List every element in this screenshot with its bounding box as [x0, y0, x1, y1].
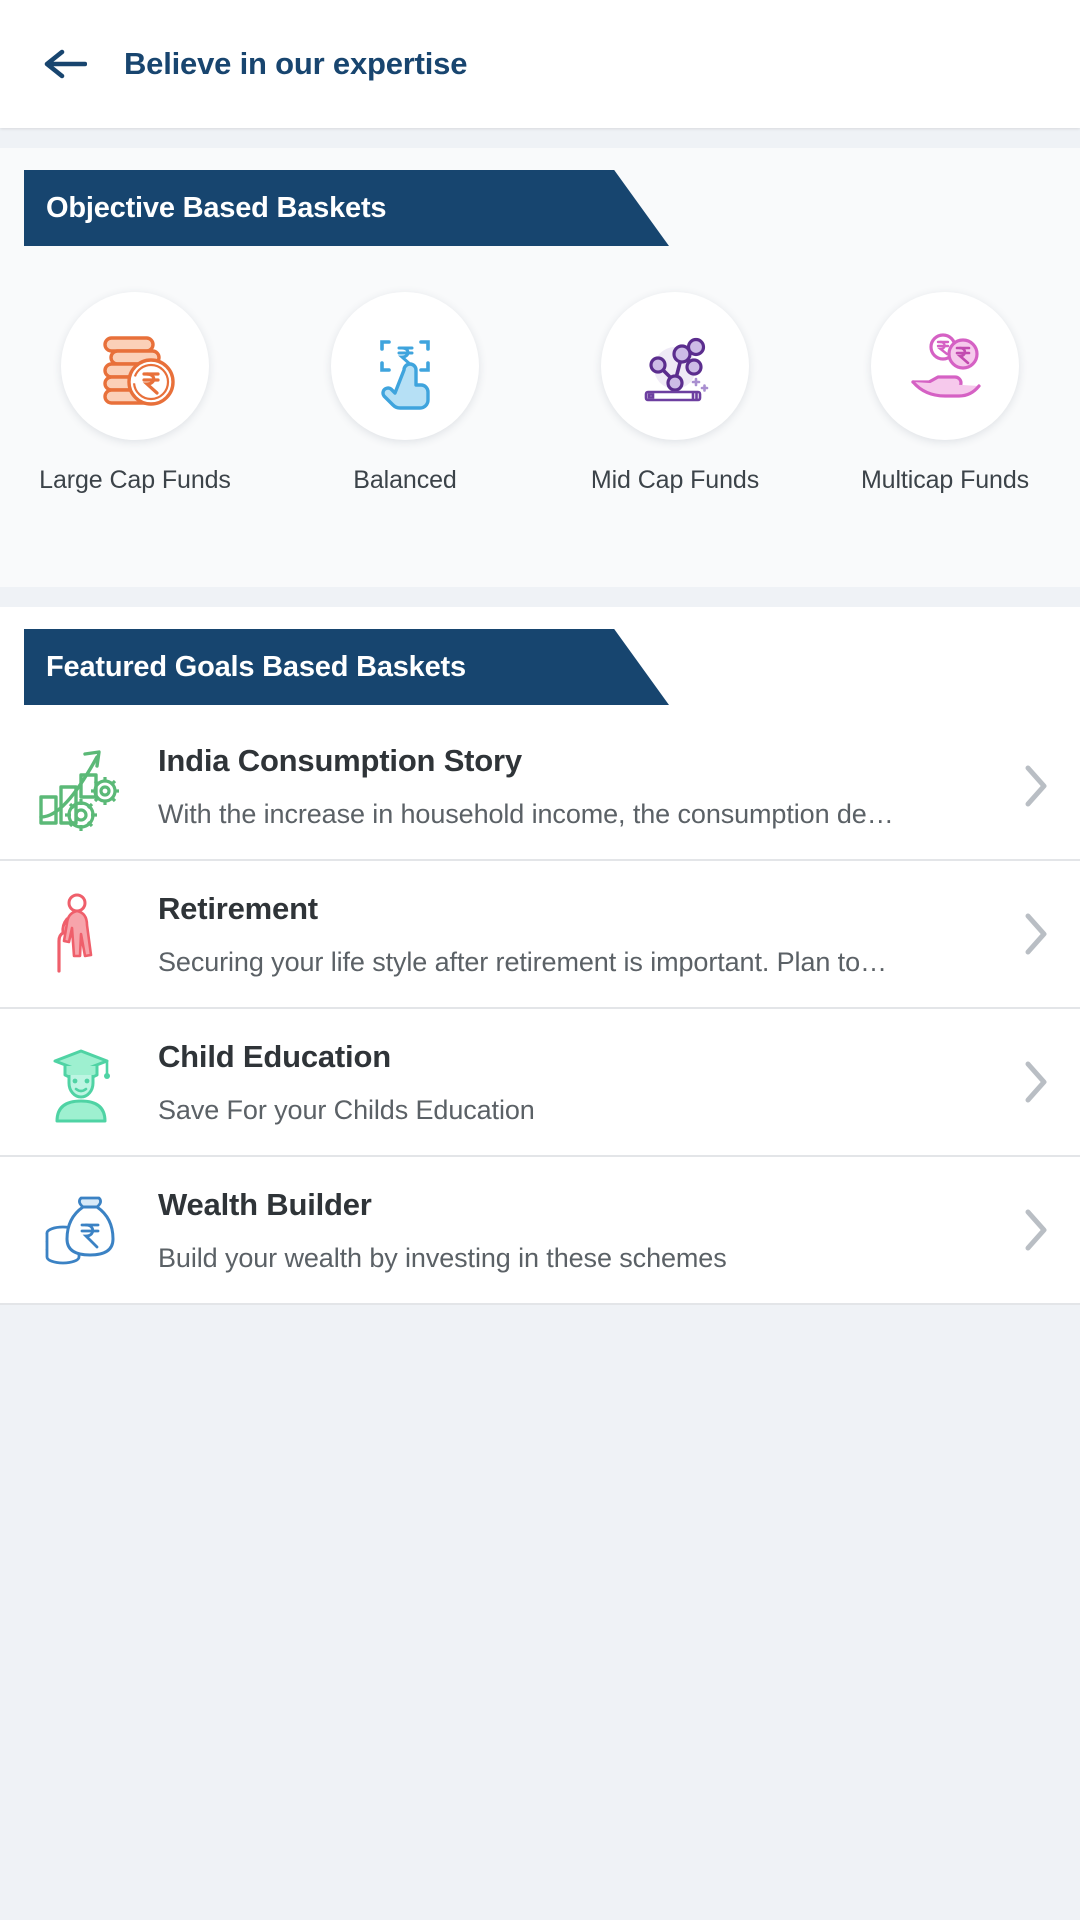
goal-chevron[interactable] — [1010, 910, 1054, 958]
chevron-right-icon — [1025, 765, 1047, 807]
goal-row-india-consumption-story[interactable]: India Consumption Story With the increas… — [0, 713, 1080, 861]
objective-item-label: Large Cap Funds — [39, 466, 231, 494]
goal-title: Child Education — [158, 1038, 391, 1074]
goals-banner-wrap: Featured Goals Based Baskets — [0, 607, 1080, 705]
page-title: Believe in our expertise — [124, 46, 468, 81]
back-button[interactable] — [34, 33, 96, 95]
section-gap-middle — [0, 587, 1080, 607]
objective-bottom-padding — [0, 495, 1080, 587]
goal-row-child-education[interactable]: Child Education Save For your Childs Edu… — [0, 1009, 1080, 1157]
goal-description: Save For your Childs Education — [158, 1094, 535, 1125]
growth-chart-gears-icon — [39, 750, 119, 831]
objective-banner: Objective Based Baskets — [24, 170, 669, 246]
featured-goals-card: Featured Goals Based Baskets India Consu… — [0, 607, 1080, 1305]
objective-icon-circle — [871, 292, 1019, 440]
goal-title: Retirement — [158, 890, 318, 926]
goal-icon-wrap — [24, 889, 142, 979]
objective-item-label: Balanced — [353, 466, 457, 494]
arrow-left-icon — [44, 49, 87, 79]
page-bottom-empty-area — [0, 1305, 1080, 1920]
objective-item-large-cap-funds[interactable]: Large Cap Funds — [0, 292, 270, 495]
app-header: Believe in our expertise — [0, 0, 1080, 128]
goal-icon-wrap — [24, 741, 142, 831]
objective-icon-circle — [601, 292, 749, 440]
goal-text-wrap: India Consumption Story With the increas… — [142, 743, 1010, 830]
objective-item-balanced[interactable]: Balanced — [270, 292, 540, 495]
objective-banner-title: Objective Based Baskets — [46, 191, 387, 224]
chevron-right-icon — [1025, 913, 1047, 955]
goal-title: India Consumption Story — [158, 742, 522, 778]
coin-stack-rupee-icon — [103, 336, 175, 406]
hand-rupee-coins-icon — [911, 333, 981, 398]
objective-item-mid-cap-funds[interactable]: Mid Cap Funds — [540, 292, 810, 495]
objective-icon-circle — [331, 292, 479, 440]
goal-icon-wrap — [24, 1037, 142, 1127]
goal-chevron[interactable] — [1010, 1206, 1054, 1254]
goal-icon-wrap — [24, 1185, 142, 1275]
network-nodes-icon — [644, 337, 709, 402]
chevron-right-icon — [1025, 1061, 1047, 1103]
objective-items-row: Large Cap Funds Balanced Mid Cap Funds M… — [0, 246, 1080, 495]
graduate-student-icon — [53, 1049, 110, 1123]
goal-row-retirement[interactable]: Retirement Securing your life style afte… — [0, 861, 1080, 1009]
goal-description: Securing your life style after retiremen… — [158, 946, 887, 977]
goal-text-wrap: Wealth Builder Build your wealth by inve… — [142, 1187, 1010, 1274]
objective-banner-wrap: Objective Based Baskets — [0, 148, 1080, 246]
objective-based-baskets-card: Objective Based Baskets Large Cap Funds … — [0, 148, 1080, 587]
goal-chevron[interactable] — [1010, 762, 1054, 810]
chevron-right-icon — [1025, 1209, 1047, 1251]
app-screen: Believe in our expertise Objective Based… — [0, 0, 1080, 1920]
money-bag-coins-icon — [45, 1196, 115, 1265]
objective-item-label: Mid Cap Funds — [590, 466, 760, 494]
goals-banner-title: Featured Goals Based Baskets — [46, 650, 466, 683]
objective-item-label: Multicap Funds — [860, 466, 1030, 494]
objective-icon-circle — [61, 292, 209, 440]
goal-title: Wealth Builder — [158, 1186, 372, 1222]
goals-banner: Featured Goals Based Baskets — [24, 629, 669, 705]
goal-description: With the increase in household income, t… — [158, 798, 894, 829]
goal-row-wealth-builder[interactable]: Wealth Builder Build your wealth by inve… — [0, 1157, 1080, 1305]
section-gap-top — [0, 128, 1080, 148]
goal-text-wrap: Retirement Securing your life style afte… — [142, 891, 1010, 978]
goal-description: Build your wealth by investing in these … — [158, 1242, 727, 1273]
goal-chevron[interactable] — [1010, 1058, 1054, 1106]
tap-rupee-scan-icon — [380, 340, 430, 410]
goal-text-wrap: Child Education Save For your Childs Edu… — [142, 1039, 1010, 1126]
objective-item-multicap-funds[interactable]: Multicap Funds — [810, 292, 1080, 495]
elderly-person-cane-icon — [57, 893, 93, 973]
goals-list: India Consumption Story With the increas… — [0, 705, 1080, 1305]
